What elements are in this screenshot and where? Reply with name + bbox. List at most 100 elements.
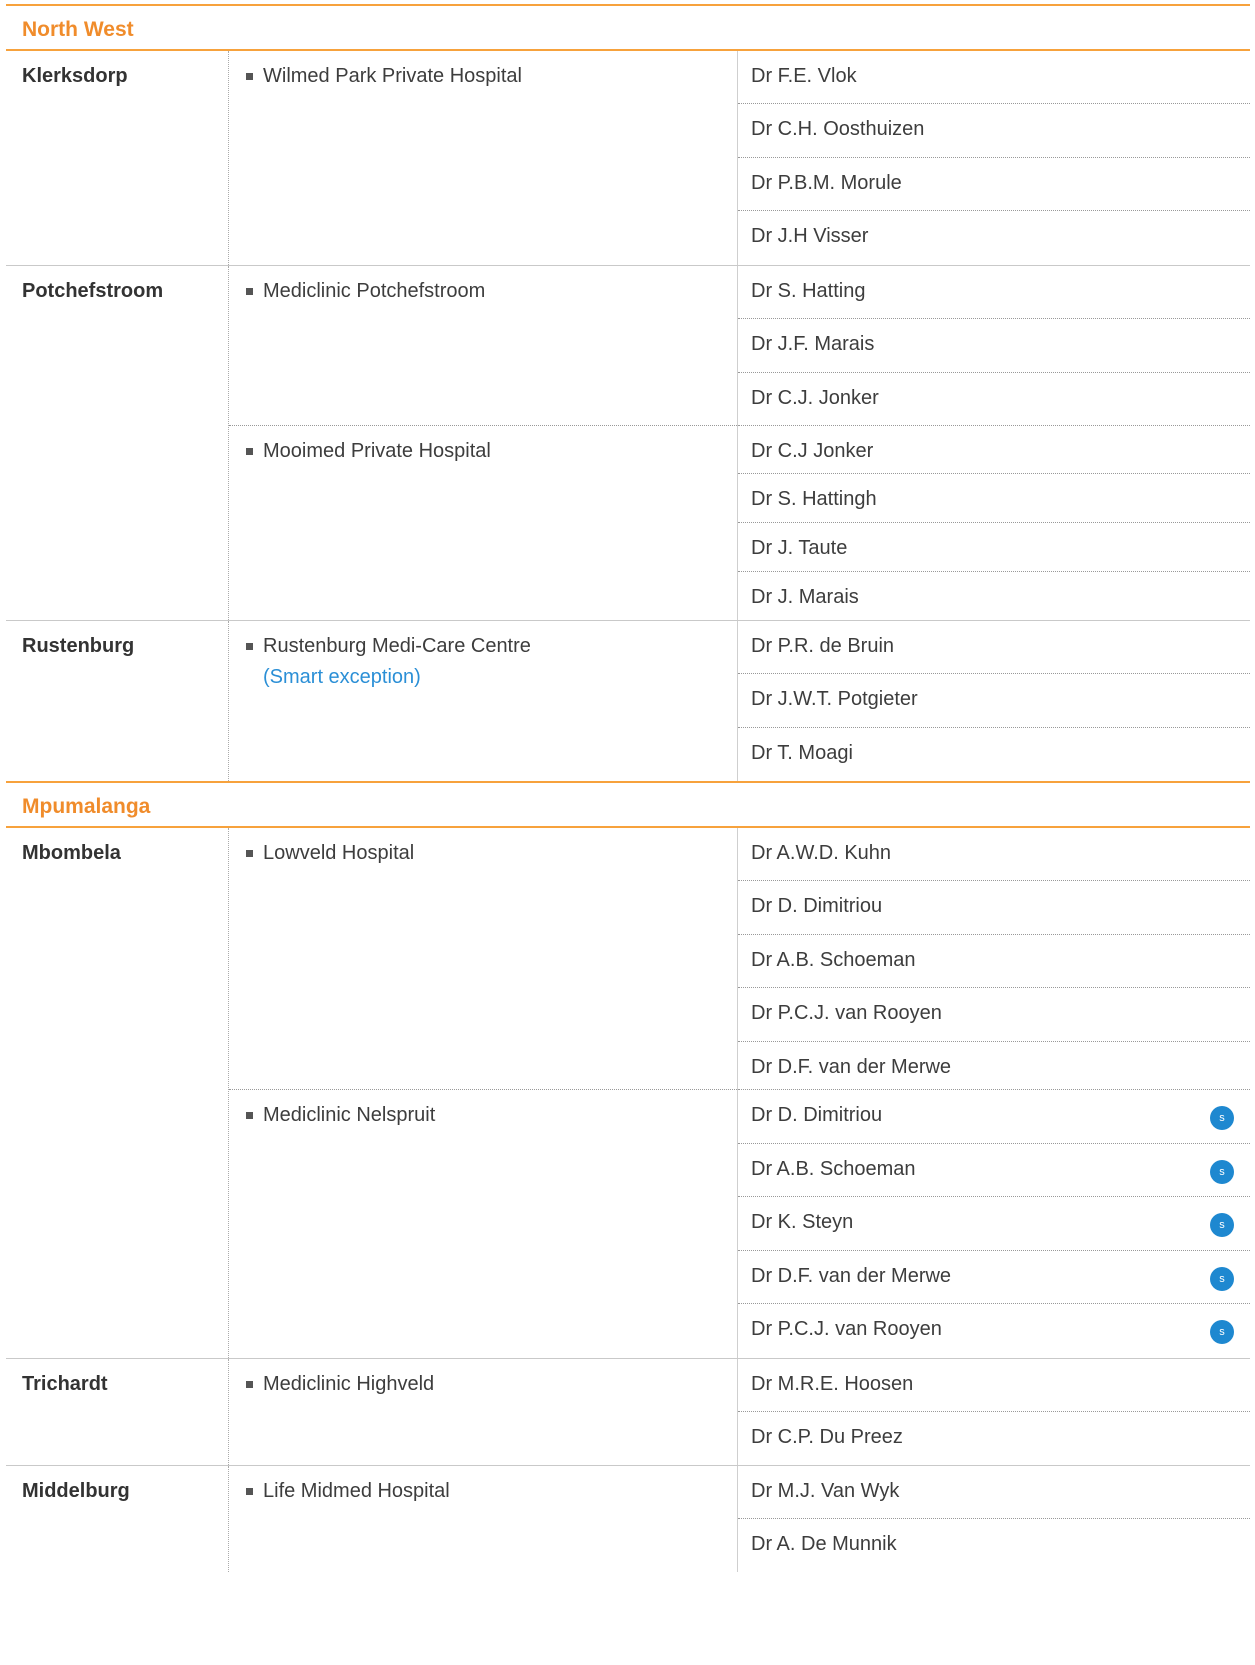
doctor-name: Dr S. Hattingh [751,488,877,510]
doctor-entry: Dr A. De Munnik [738,1519,1250,1572]
doctor-name: Dr P.C.J. van Rooyen [751,1318,942,1340]
doctor-name: Dr P.C.J. van Rooyen [751,1002,942,1024]
facility-item: Rustenburg Medi-Care Centre (Smart except… [229,621,737,781]
region-section: Mpumalanga Mbombela Lowveld Hospital Medicl… [6,781,1250,1572]
facility-item: Mediclinic Potchefstroom [229,266,737,426]
city-row: Klerksdorp Wilmed Park Private Hospital Dr… [6,51,1250,266]
square-bullet-icon [246,288,253,295]
region-title: Mpumalanga [22,795,151,818]
doctor-entry: Dr C.H. Oosthuizen [738,104,1250,158]
doctor-entry: Dr A.B. Schoeman [738,935,1250,988]
facility-column: Wilmed Park Private Hospital [229,51,738,265]
doctor-entry: Dr C.J Jonker [738,426,1250,474]
doctor-entry: Dr M.J. Van Wyk [738,1466,1250,1519]
facility-name: Wilmed Park Private Hospital [263,65,522,87]
doctor-entry: Dr J.W.T. Potgieter [738,674,1250,728]
doctor-entry: Dr D. Dimitriou s [738,1090,1250,1144]
facility-item: Lowveld Hospital [229,828,737,1090]
square-bullet-icon [246,1488,253,1495]
smart-badge-icon: s [1210,1106,1234,1130]
smart-badge-icon: s [1210,1160,1234,1184]
doctor-column: Dr M.R.E. Hoosen Dr C.P. Du Preez [738,1359,1250,1465]
facility-item: Life Midmed Hospital [229,1466,737,1572]
doctor-entry: Dr D.F. van der Merwe [738,1042,1250,1090]
facility-note-link[interactable]: (Smart exception) [263,666,737,689]
city-row: Rustenburg Rustenburg Medi-Care Centre (Sm… [6,621,1250,781]
square-bullet-icon [246,448,253,455]
doctor-entry: Dr J. Taute [738,523,1250,572]
facility-column: Mediclinic Potchefstroom Mooimed Private … [229,266,738,620]
doctor-name: Dr P.R. de Bruin [751,635,895,657]
facility-item: Mediclinic Highveld [229,1359,737,1465]
city-name: Mbombela [6,828,229,1358]
doctor-entry: Dr A.B. Schoeman s [738,1144,1250,1197]
doctor-entry: Dr A.W.D. Kuhn [738,828,1250,881]
square-bullet-icon [246,850,253,857]
doctor-name: Dr D. Dimitriou [751,1104,883,1126]
doctor-column: Dr P.R. de Bruin Dr J.W.T. Potgieter Dr T.… [738,621,1250,781]
doctor-name: Dr D.F. van der Merwe [751,1265,952,1287]
city-name: Trichardt [6,1359,229,1465]
doctor-name: Dr J.F. Marais [751,333,875,355]
square-bullet-icon [246,73,253,80]
doctor-entry: Dr J. Marais [738,572,1250,620]
city-row: Mbombela Lowveld Hospital Mediclinic Nelsp… [6,828,1250,1359]
city-name: Potchefstroom [6,266,229,620]
doctor-name: Dr A.B. Schoeman [751,1158,916,1180]
doctor-column: Dr S. Hatting Dr J.F. Marais Dr C.J. Jonke… [738,266,1250,620]
square-bullet-icon [246,643,253,650]
doctor-name: Dr T. Moagi [751,742,853,764]
doctor-entry: Dr F.E. Vlok [738,51,1250,104]
facility-item: Mooimed Private Hospital [229,426,737,620]
doctor-column: Dr F.E. Vlok Dr C.H. Oosthuizen Dr P.B.M. … [738,51,1250,265]
doctor-name: Dr M.J. Van Wyk [751,1480,900,1502]
doctor-name: Dr J. Taute [751,537,848,559]
region-header: North West [6,4,1250,51]
city-name: Rustenburg [6,621,229,781]
city-row: Potchefstroom Mediclinic Potchefstroom Moo… [6,266,1250,621]
facility-name: Mediclinic Potchefstroom [263,280,486,302]
doctor-entry: Dr D. Dimitriou [738,881,1250,935]
facility-name: Life Midmed Hospital [263,1480,450,1502]
doctor-entry: Dr P.C.J. van Rooyen s [738,1304,1250,1358]
facility-name: Mediclinic Highveld [263,1373,435,1395]
doctor-entry: Dr C.P. Du Preez [738,1412,1250,1465]
doctor-entry: Dr S. Hattingh [738,474,1250,523]
doctor-name: Dr A. De Munnik [751,1533,897,1555]
doctor-name: Dr C.P. Du Preez [751,1426,903,1448]
hospital-doctor-directory: North West Klerksdorp Wilmed Park Private … [6,4,1250,1572]
doctor-name: Dr J.H Visser [751,225,869,247]
doctor-name: Dr A.W.D. Kuhn [751,842,892,864]
doctor-name: Dr J. Marais [751,586,859,608]
facility-column: Mediclinic Highveld [229,1359,738,1465]
smart-badge-icon: s [1210,1213,1234,1237]
region-section: North West Klerksdorp Wilmed Park Private … [6,4,1250,781]
doctor-entry: Dr K. Steyn s [738,1197,1250,1251]
region-title: North West [22,18,134,41]
doctor-column: Dr A.W.D. Kuhn Dr D. Dimitriou Dr A.B. Sch… [738,828,1250,1358]
smart-badge-icon: s [1210,1320,1234,1344]
doctor-name: Dr C.H. Oosthuizen [751,118,925,140]
doctor-name: Dr K. Steyn [751,1211,854,1233]
facility-column: Lowveld Hospital Mediclinic Nelspruit [229,828,738,1358]
doctor-entry: Dr P.R. de Bruin [738,621,1250,674]
doctor-entry: Dr D.F. van der Merwe s [738,1251,1250,1304]
facility-item: Wilmed Park Private Hospital [229,51,737,265]
doctor-name: Dr P.B.M. Morule [751,172,902,194]
smart-badge-icon: s [1210,1267,1234,1291]
facility-name: Lowveld Hospital [263,842,415,864]
doctor-entry: Dr C.J. Jonker [738,373,1250,426]
doctor-name: Dr C.J. Jonker [751,387,879,409]
doctor-entry: Dr S. Hatting [738,266,1250,319]
doctor-entry: Dr J.F. Marais [738,319,1250,373]
doctor-column: Dr M.J. Van Wyk Dr A. De Munnik [738,1466,1250,1572]
square-bullet-icon [246,1381,253,1388]
doctor-entry: Dr T. Moagi [738,728,1250,781]
doctor-entry: Dr P.C.J. van Rooyen [738,988,1250,1042]
doctor-name: Dr D. Dimitriou [751,895,883,917]
doctor-entry: Dr J.H Visser [738,211,1250,265]
city-name: Klerksdorp [6,51,229,265]
facility-column: Rustenburg Medi-Care Centre (Smart except… [229,621,738,781]
doctor-name: Dr A.B. Schoeman [751,949,916,971]
doctor-name: Dr F.E. Vlok [751,65,857,87]
